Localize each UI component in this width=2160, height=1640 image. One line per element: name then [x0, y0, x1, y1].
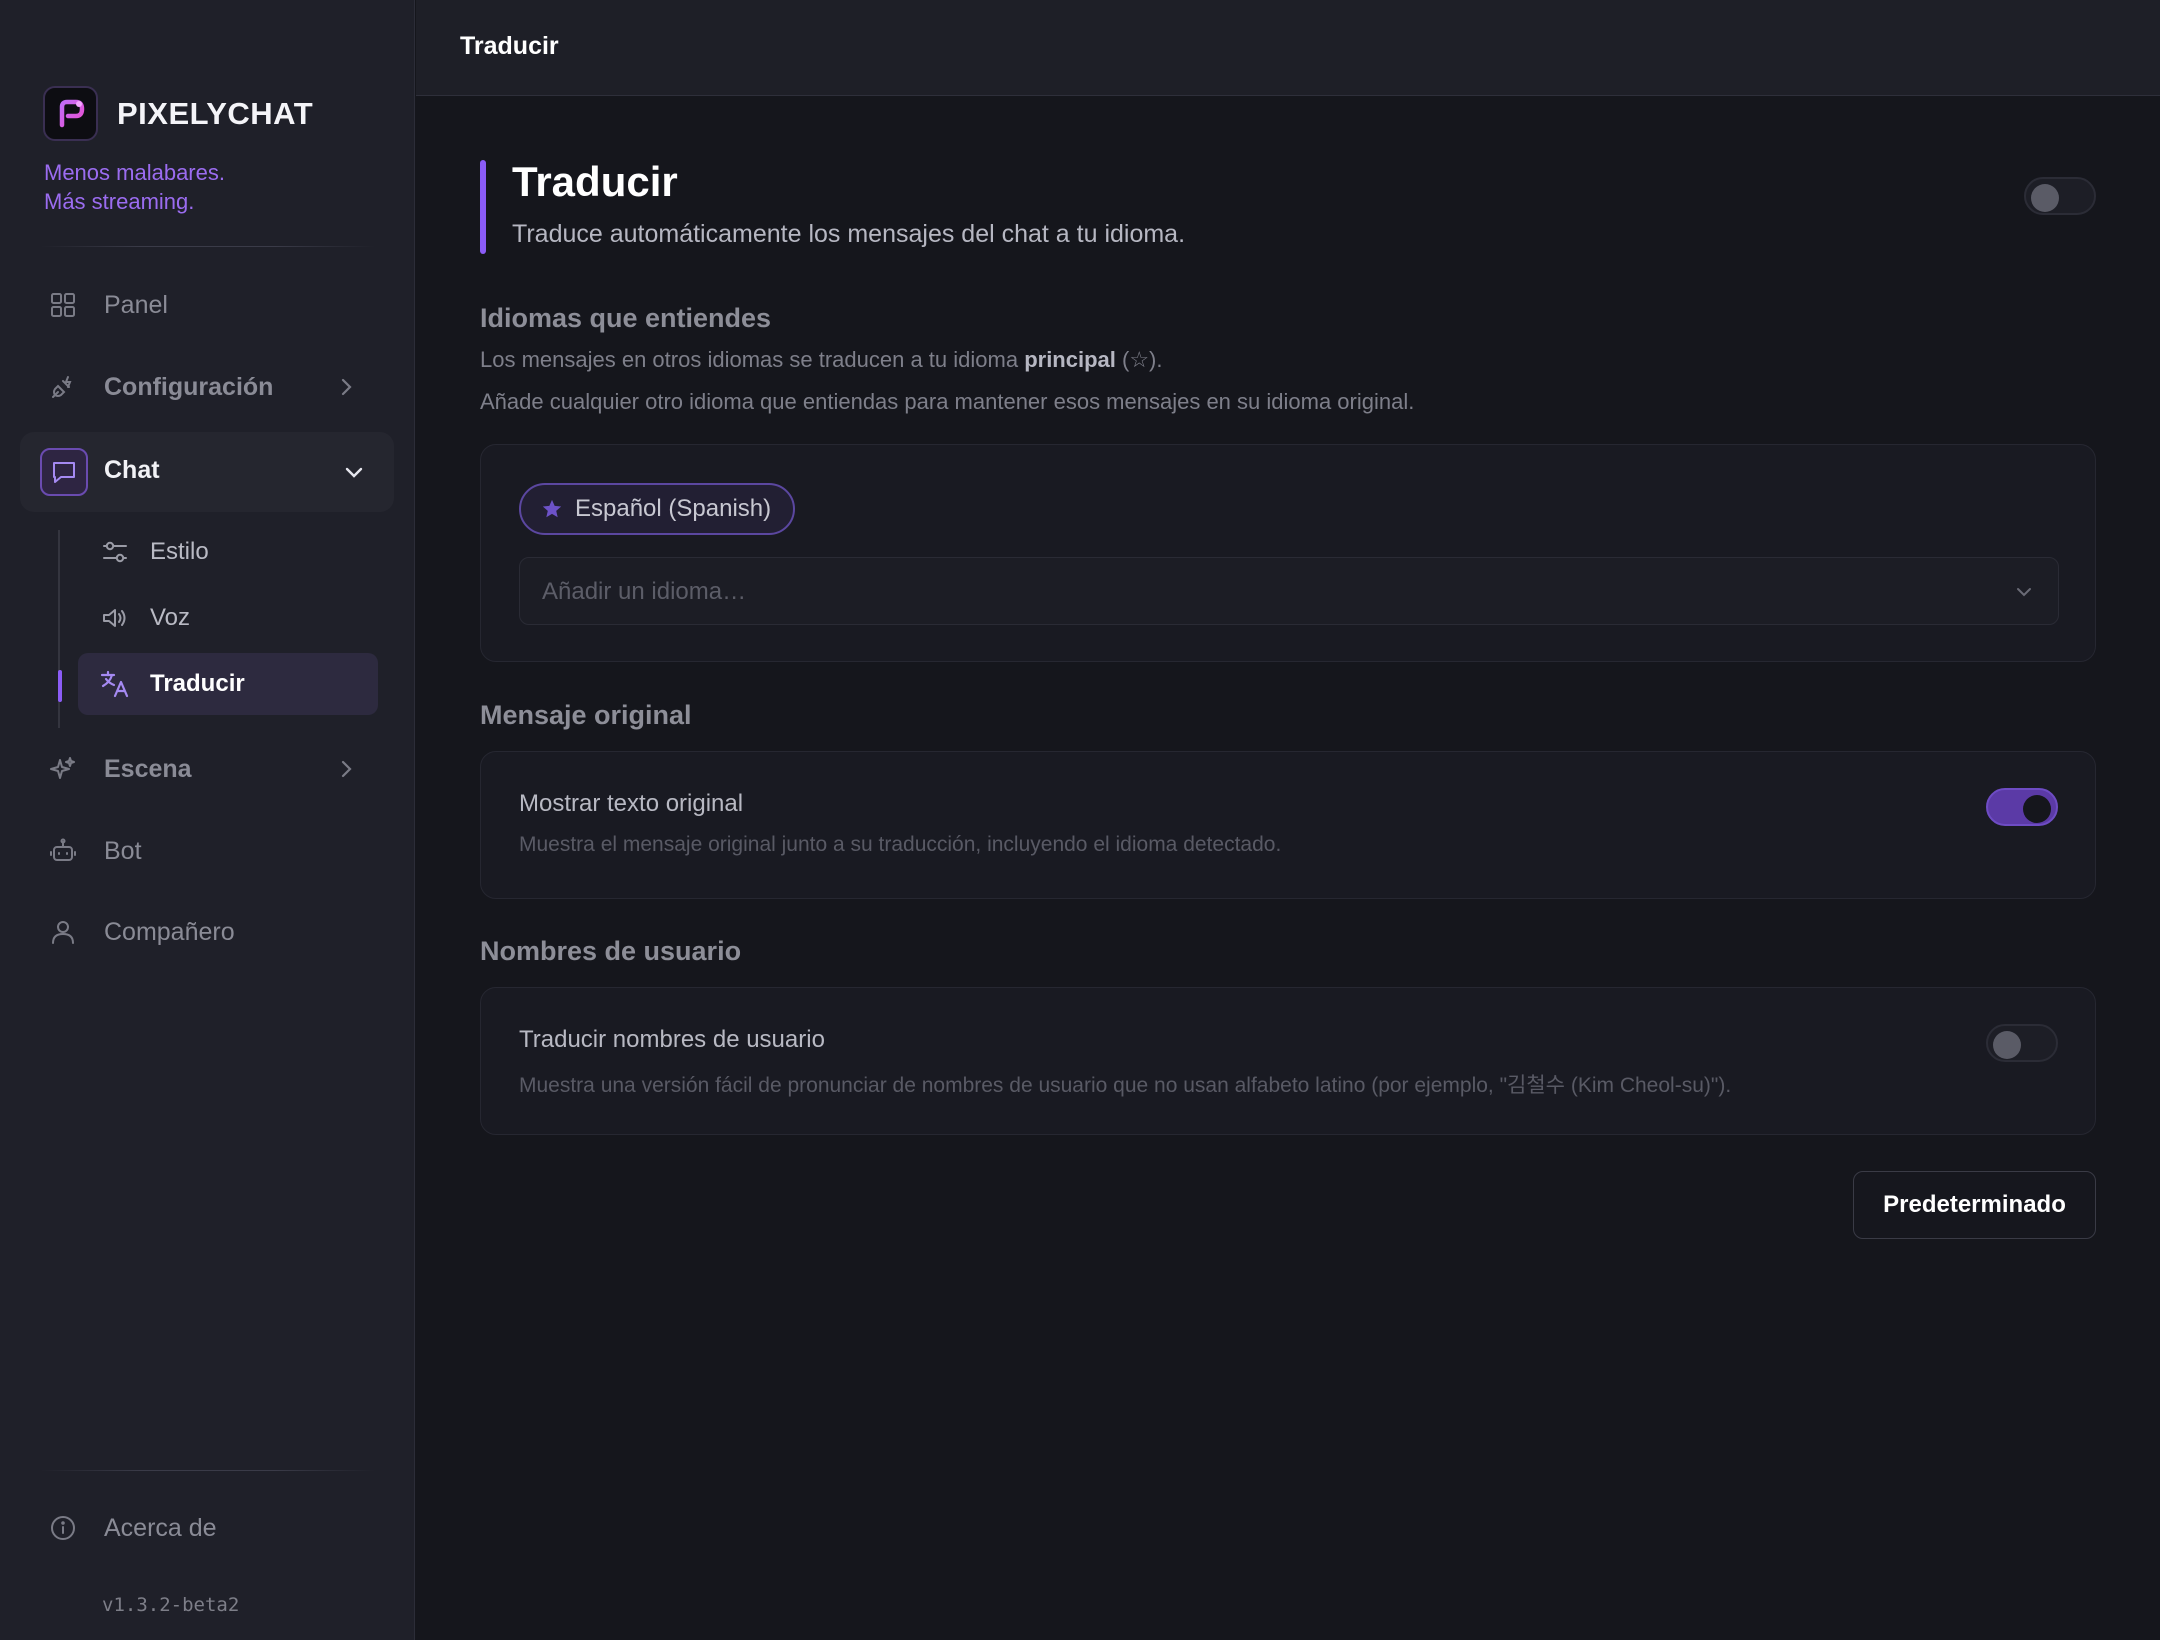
grid-icon	[48, 290, 78, 320]
brand-name: PIXELYCHAT	[117, 95, 314, 131]
tagline-line-1: Menos malabares.	[44, 160, 225, 185]
brand[interactable]: PIXELYCHAT	[43, 86, 313, 141]
page-subtitle: Traduce automáticamente los mensajes del…	[512, 220, 1186, 248]
sidebar-item-label: Acerca de	[104, 1513, 217, 1542]
speaker-icon	[100, 603, 130, 633]
sidebar-item-chat[interactable]: Chat	[20, 432, 394, 512]
sidebar-item-label: Bot	[104, 836, 142, 865]
sidebar-item-configuracion[interactable]: Configuración	[40, 357, 380, 417]
info-icon	[48, 1513, 78, 1543]
star-icon	[542, 499, 562, 518]
original-row-desc: Muestra el mensaje original junto a su t…	[519, 833, 1282, 856]
sidebar-subitem-label: Traducir	[150, 670, 245, 697]
languages-card: Español (Spanish) Añadir un idioma…	[480, 444, 2096, 662]
default-button[interactable]: Predeterminado	[1853, 1171, 2096, 1239]
sidebar-subitem-estilo[interactable]: Estilo	[78, 521, 378, 583]
divider	[40, 1470, 375, 1471]
sidebar-item-label: Escena	[104, 754, 192, 783]
language-chip-primary[interactable]: Español (Spanish)	[519, 483, 796, 535]
chevron-down-icon	[345, 467, 363, 478]
show-original-toggle[interactable]	[1986, 788, 2058, 826]
add-language-placeholder: Añadir un idioma…	[542, 578, 747, 605]
sparkle-icon	[48, 754, 78, 784]
original-card: Mostrar texto original Muestra el mensaj…	[480, 751, 2096, 899]
logo-icon	[43, 86, 98, 141]
tagline: Menos malabares. Más streaming.	[44, 158, 225, 216]
header-accent-bar	[480, 160, 486, 254]
sidebar-item-label: Configuración	[104, 372, 274, 401]
sidebar-subitem-label: Estilo	[150, 538, 209, 565]
sidebar-subitem-label: Voz	[150, 604, 191, 631]
language-chip-label: Español (Spanish)	[575, 495, 772, 522]
top-bar: Traducir	[416, 0, 2160, 96]
translate-enable-toggle[interactable]	[2024, 177, 2096, 215]
toggle-knob	[1993, 1031, 2021, 1059]
version-label: v1.3.2-beta2	[102, 1594, 240, 1616]
languages-desc-2: Añade cualquier otro idioma que entienda…	[480, 389, 1415, 414]
sidebar-item-bot[interactable]: Bot	[40, 821, 380, 881]
add-language-select[interactable]: Añadir un idioma…	[519, 557, 2059, 625]
chevron-right-icon	[341, 378, 352, 396]
sliders-icon	[100, 537, 130, 567]
chevron-right-icon	[341, 760, 352, 778]
section-title-usernames: Nombres de usuario	[480, 936, 742, 966]
sidebar: PIXELYCHAT Menos malabares. Más streamin…	[0, 0, 415, 1640]
chevron-down-icon	[2017, 588, 2031, 597]
sidebar-item-label: Compañero	[104, 917, 235, 946]
sidebar-item-label: Chat	[104, 456, 160, 484]
usernames-card: Traducir nombres de usuario Muestra una …	[480, 987, 2096, 1135]
divider	[40, 246, 375, 247]
active-indicator	[58, 670, 62, 702]
sidebar-item-about[interactable]: Acerca de	[40, 1498, 380, 1558]
usernames-row-title: Traducir nombres de usuario	[519, 1026, 825, 1053]
topbar-title: Traducir	[460, 32, 559, 60]
original-row-title: Mostrar texto original	[519, 790, 744, 817]
chat-bubble-icon	[40, 448, 88, 496]
sidebar-item-escena[interactable]: Escena	[40, 739, 380, 799]
plug-icon	[48, 372, 78, 402]
section-title-original: Mensaje original	[480, 700, 692, 730]
sidebar-item-companero[interactable]: Compañero	[40, 902, 380, 962]
robot-icon	[48, 836, 78, 866]
page-title: Traducir	[512, 158, 678, 205]
sidebar-subitem-traducir[interactable]: Traducir	[78, 653, 378, 715]
usernames-row-desc: Muestra una versión fácil de pronunciar …	[519, 1074, 1732, 1097]
translate-icon	[100, 669, 130, 699]
translate-usernames-toggle[interactable]	[1986, 1024, 2058, 1062]
toggle-knob	[2023, 795, 2051, 823]
user-icon	[48, 917, 78, 947]
sidebar-item-label: Panel	[104, 290, 168, 319]
section-title-languages: Idiomas que entiendes	[480, 303, 772, 333]
sidebar-item-panel[interactable]: Panel	[40, 275, 380, 335]
languages-desc-1: Los mensajes en otros idiomas se traduce…	[480, 347, 1163, 372]
sidebar-subitem-voz[interactable]: Voz	[78, 587, 378, 649]
tagline-line-2: Más streaming.	[44, 189, 195, 214]
toggle-knob	[2031, 184, 2059, 212]
